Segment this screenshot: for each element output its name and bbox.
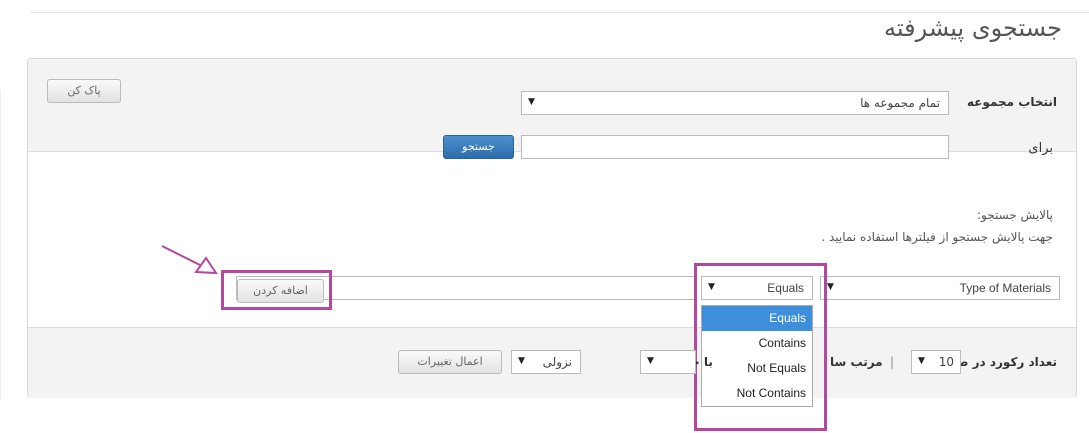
- records-per-page-value: 10: [938, 355, 954, 369]
- filter-hint: جهت پالایش جستجو از فیلترها استفاده نمای…: [821, 230, 1053, 244]
- chevron-down-icon: ▼: [528, 97, 535, 107]
- order-select[interactable]: نزولی ▼: [511, 350, 581, 374]
- chevron-down-icon: ▼: [918, 356, 925, 366]
- for-label: برای: [1028, 141, 1053, 156]
- collection-label: انتخاب مجموعه: [966, 95, 1057, 109]
- collection-select-value: تمام مجموعه ها: [860, 96, 940, 110]
- search-button[interactable]: جستجو: [443, 135, 514, 159]
- clear-button[interactable]: پاک کن: [47, 79, 121, 103]
- add-button-highlight: [221, 270, 332, 310]
- apply-changes-button[interactable]: اعمال تغییرات: [398, 350, 502, 374]
- sort-label: مرتب سا: [830, 355, 883, 369]
- sort-field-select[interactable]: ▼: [640, 350, 696, 374]
- left-border: [0, 90, 7, 400]
- order-select-value: نزولی: [542, 355, 572, 369]
- footer-separator: |: [890, 355, 895, 369]
- pointer-arrow-icon: [161, 245, 218, 275]
- collection-select[interactable]: تمام مجموعه ها ▼: [521, 91, 949, 115]
- top-divider: [30, 0, 1089, 13]
- chevron-down-icon: ▼: [827, 282, 834, 292]
- filter-heading: پالایش جستجو:: [976, 208, 1053, 222]
- search-input[interactable]: [521, 135, 949, 159]
- field-select[interactable]: Type of Materials ▼: [820, 276, 1060, 300]
- chevron-down-icon: ▼: [647, 356, 654, 366]
- page-title: جستجوی پیشرفته: [884, 14, 1062, 42]
- records-per-page-select[interactable]: 10 ▼: [911, 350, 961, 374]
- field-select-value: Type of Materials: [959, 281, 1051, 295]
- dropdown-highlight: [694, 263, 827, 431]
- chevron-down-icon: ▼: [518, 356, 525, 366]
